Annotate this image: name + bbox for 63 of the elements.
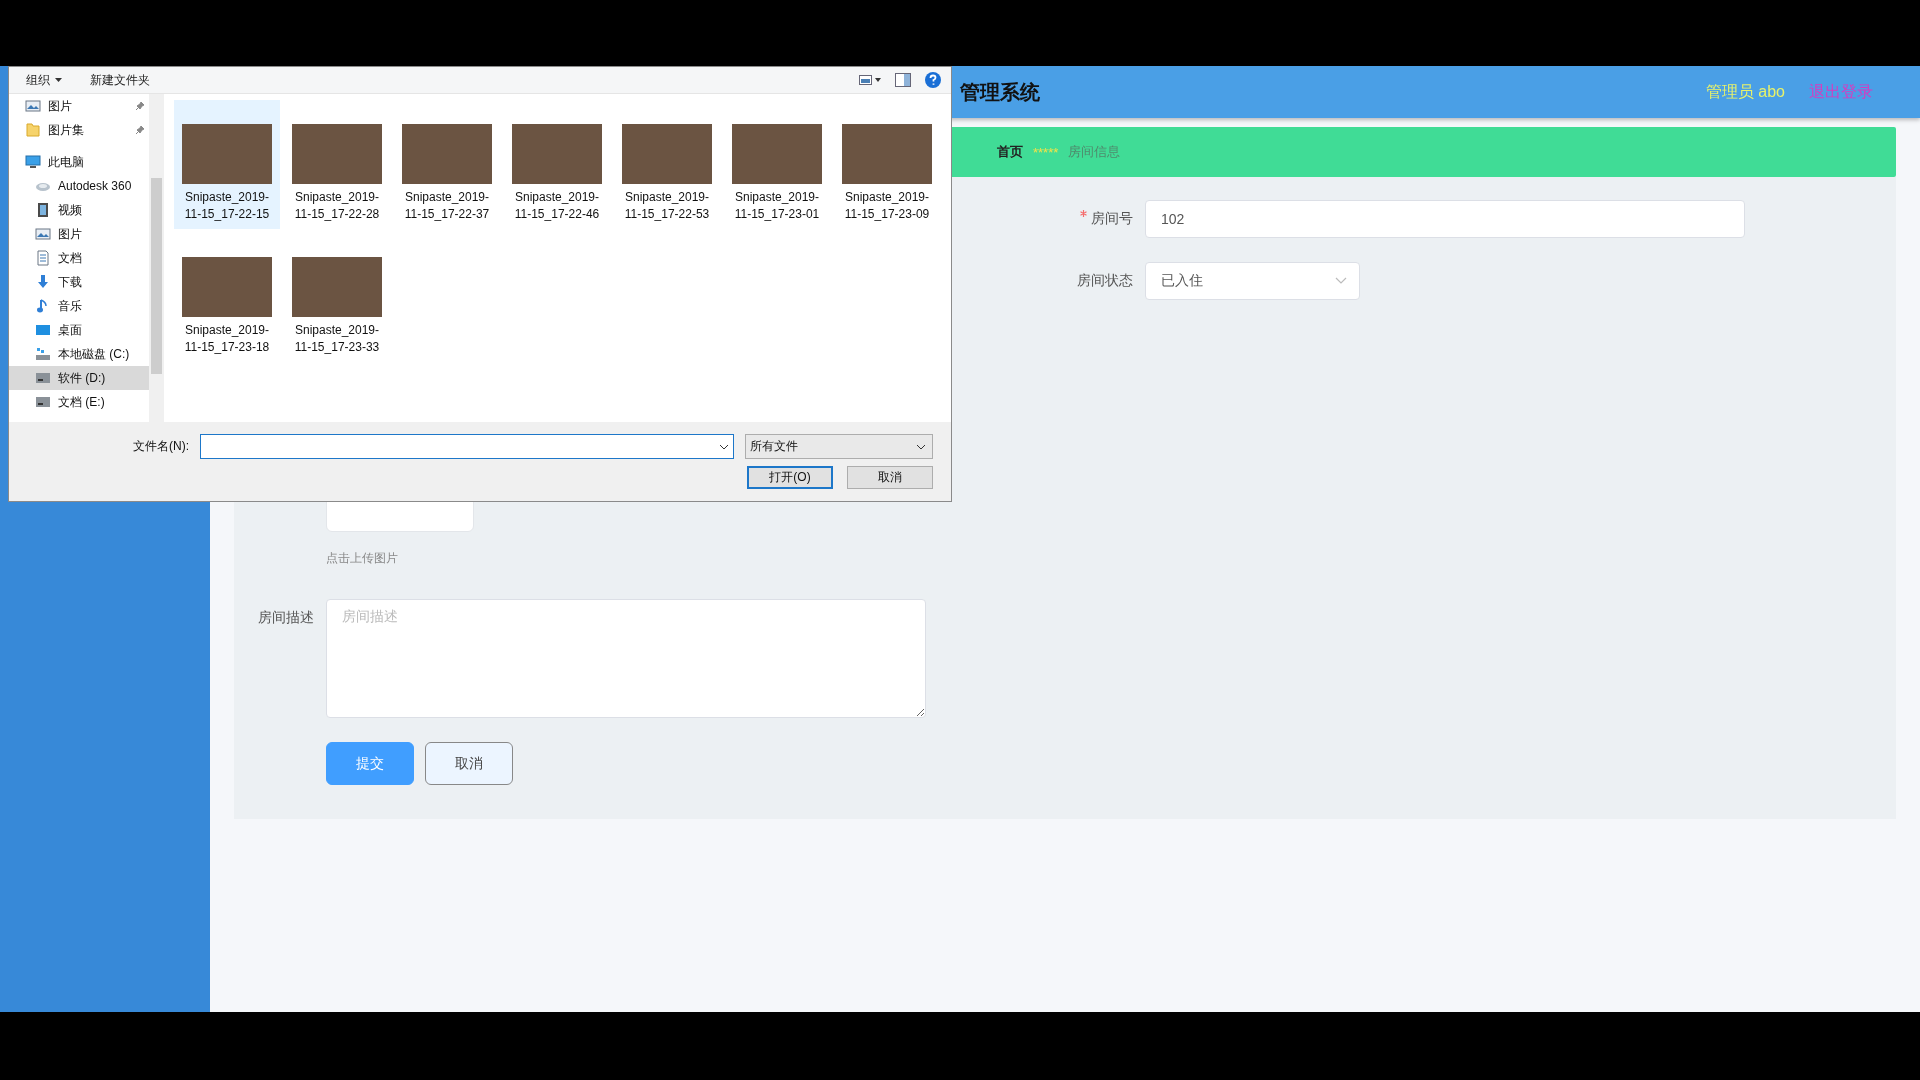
app-title: 管理系统 <box>960 79 1041 105</box>
filename-label: 文件名(N): <box>133 438 189 455</box>
document-icon <box>35 250 51 266</box>
nav-item[interactable]: 下载 <box>9 270 149 294</box>
cancel-button[interactable]: 取消 <box>425 742 513 785</box>
file-item[interactable]: Snipaste_2019-11-15_17-22-37 <box>394 100 500 229</box>
file-item[interactable]: Snipaste_2019-11-15_17-23-09 <box>834 100 940 229</box>
file-item[interactable]: Snipaste_2019-11-15_17-22-15 <box>174 100 280 229</box>
filetype-dropdown[interactable]: 所有文件 <box>745 434 933 459</box>
pin-icon <box>135 125 145 135</box>
preview-pane-icon[interactable] <box>895 73 911 87</box>
help-icon[interactable] <box>925 72 941 88</box>
field-label: 房间描述 <box>257 608 314 627</box>
desktop-icon <box>35 322 51 338</box>
nav-item[interactable]: 图片 <box>9 222 149 246</box>
nav-item[interactable]: 此电脑 <box>9 150 149 174</box>
caret-icon <box>55 78 62 82</box>
nav-item[interactable]: 软件 (D:) <box>9 366 149 390</box>
nav-item[interactable]: 文档 (E:) <box>9 390 149 414</box>
breadcrumb-link[interactable]: 首页 <box>997 143 1023 161</box>
drive-icon <box>35 394 51 410</box>
nav-item[interactable]: 本地磁盘 (C:) <box>9 342 149 366</box>
nav-item[interactable]: Autodesk 360 <box>9 174 149 198</box>
field-label: 房间号 <box>1091 210 1133 228</box>
toolbar-button[interactable]: 新建文件夹 <box>90 71 150 89</box>
field-label: 房间状态 <box>1077 272 1133 290</box>
nav-item[interactable]: 音乐 <box>9 294 149 318</box>
file-item[interactable]: Snipaste_2019-11-15_17-22-28 <box>284 100 390 229</box>
nav-item[interactable]: 视频 <box>9 198 149 222</box>
user-name: 管理员 abo <box>1705 81 1785 102</box>
filename-field[interactable] <box>200 434 734 459</box>
download-icon <box>35 274 51 290</box>
file-item[interactable]: Snipaste_2019-11-15_17-23-01 <box>724 100 830 229</box>
scrollbar[interactable] <box>149 94 164 422</box>
folder-icon <box>25 122 41 138</box>
status-dropdown[interactable]: 已入住 <box>1145 262 1360 300</box>
cancel-button[interactable]: 取消 <box>847 466 933 489</box>
system-drive-icon <box>35 346 51 362</box>
computer-icon <box>25 154 41 170</box>
room-number-field[interactable]: 102 <box>1145 200 1745 238</box>
picture-icon <box>35 226 51 242</box>
drive-icon <box>35 370 51 386</box>
file-item[interactable]: Snipaste_2019-11-15_17-22-46 <box>504 100 610 229</box>
upload-hint: 点击上传图片 <box>326 550 399 567</box>
nav-item[interactable]: 图片 <box>9 94 149 118</box>
breadcrumb-separator: ***** <box>1033 144 1059 160</box>
file-item[interactable]: Snipaste_2019-11-15_17-22-53 <box>614 100 720 229</box>
description-field[interactable]: 房间描述 <box>326 599 926 718</box>
breadcrumb-current: 房间信息 <box>1068 143 1121 161</box>
pin-icon <box>135 101 145 111</box>
file-item[interactable]: Snipaste_2019-11-15_17-23-18 <box>174 233 280 362</box>
toolbar-button[interactable]: 组织 <box>26 71 62 89</box>
view-icon[interactable] <box>859 74 881 86</box>
nav-item[interactable]: 文档 <box>9 246 149 270</box>
chevron-down-icon <box>1335 277 1347 285</box>
nav-item[interactable]: 图片集 <box>9 118 149 142</box>
video-icon <box>35 202 51 218</box>
chevron-down-icon <box>719 443 729 450</box>
picture-icon <box>25 98 41 114</box>
open-button[interactable]: 打开(O) <box>747 466 833 489</box>
file-item[interactable]: Snipaste_2019-11-15_17-23-33 <box>284 233 390 362</box>
chevron-down-icon <box>916 443 926 450</box>
nav-item[interactable]: 桌面 <box>9 318 149 342</box>
